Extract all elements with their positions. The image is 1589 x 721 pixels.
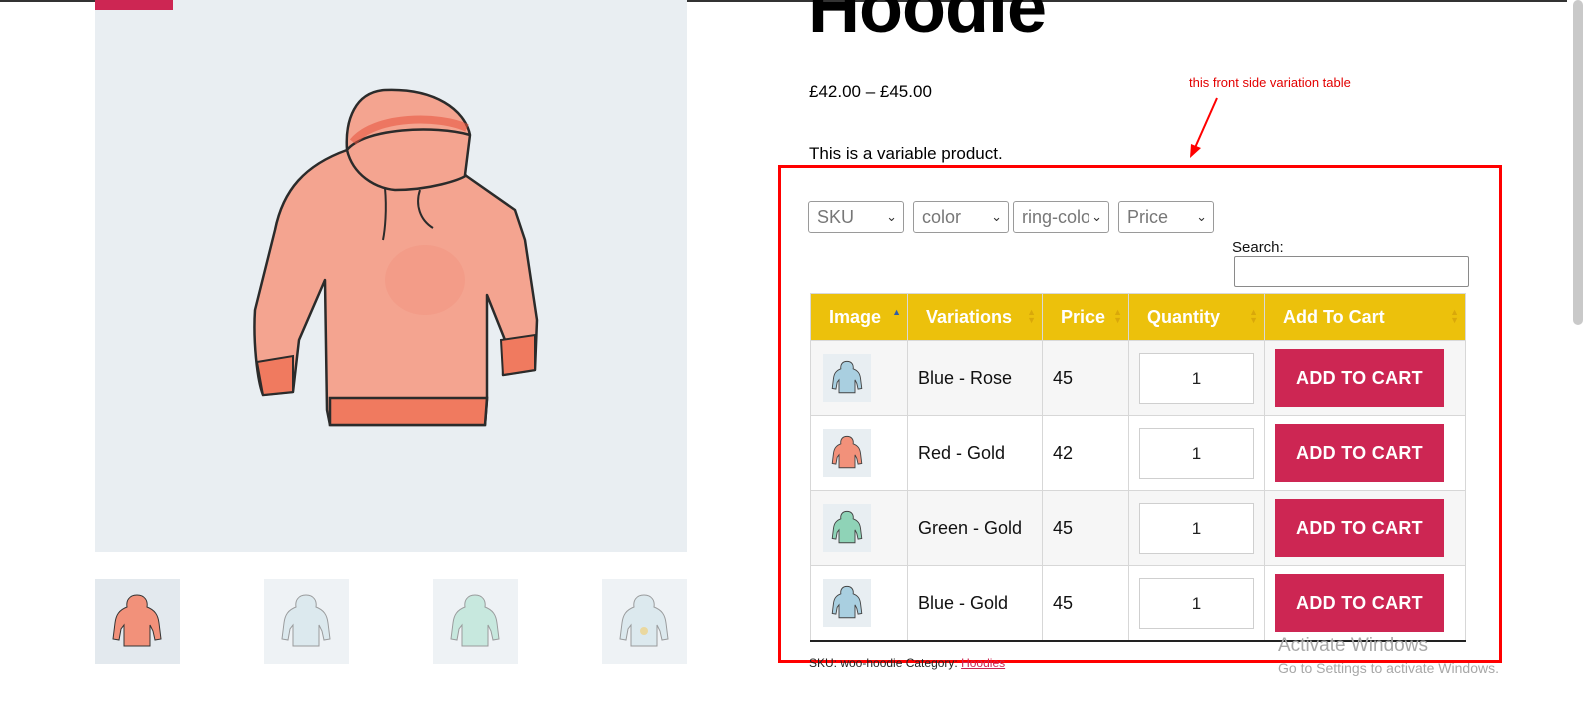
- variation-image-cell: [810, 340, 908, 416]
- hoodie-thumb-icon: [619, 594, 669, 647]
- hoodie-thumb-icon: [281, 594, 331, 647]
- quantity-cell: 1: [1128, 415, 1265, 491]
- variation-image-cell: [810, 415, 908, 491]
- variation-price: 42: [1042, 415, 1129, 491]
- variation-price: 45: [1042, 490, 1129, 566]
- column-header-label: Quantity: [1147, 306, 1221, 327]
- add-to-cart-cell: ADD TO CART: [1264, 340, 1466, 416]
- variation-thumbnail[interactable]: [823, 504, 871, 552]
- filter-sku-label: SKU: [817, 207, 855, 227]
- hoodie-thumb-icon: [831, 510, 863, 544]
- add-to-cart-cell: ADD TO CART: [1264, 490, 1466, 566]
- product-meta: SKU: woo-hoodie Category: Hoodies: [809, 656, 1005, 670]
- quantity-input[interactable]: 1: [1139, 352, 1254, 404]
- hoodie-thumb-icon: [831, 360, 863, 394]
- table-row: Blue - Gold 45 1 ADD TO CART: [810, 565, 1466, 642]
- variation-name: Blue - Rose: [907, 340, 1043, 416]
- hoodie-illustration: [253, 88, 539, 427]
- variation-thumbnail[interactable]: [823, 579, 871, 627]
- quantity-cell: 1: [1128, 565, 1265, 642]
- quantity-input[interactable]: 1: [1139, 427, 1254, 479]
- variation-name: Red - Gold: [907, 415, 1043, 491]
- product-price-range: £42.00 – £45.00: [809, 82, 932, 101]
- filter-price-label: Price: [1127, 207, 1169, 227]
- add-to-cart-button[interactable]: ADD TO CART: [1275, 574, 1444, 632]
- column-header-label: Variations: [926, 306, 1013, 327]
- watermark-subtitle: Go to Settings to activate Windows.: [1278, 660, 1499, 676]
- column-header-price[interactable]: Price ▲ ▼: [1042, 293, 1129, 341]
- quantity-cell: 1: [1128, 340, 1265, 416]
- column-header-quantity[interactable]: Quantity ▲ ▼: [1128, 293, 1265, 341]
- variation-thumbnail[interactable]: [823, 354, 871, 402]
- hoodie-thumb-icon: [450, 594, 500, 647]
- quantity-cell: 1: [1128, 490, 1265, 566]
- add-to-cart-button[interactable]: ADD TO CART: [1275, 499, 1444, 557]
- table-header-row: Image ▲ Variations ▲ ▼ Price ▲ ▼ Quantity …: [810, 293, 1466, 341]
- search-input[interactable]: [1234, 256, 1469, 287]
- variation-price: 45: [1042, 340, 1129, 416]
- table-row: Blue - Rose 45 1 ADD TO CART: [810, 340, 1466, 416]
- add-to-cart-cell: ADD TO CART: [1264, 415, 1466, 491]
- filter-ring-color-label: ring-color: [1022, 207, 1098, 227]
- variation-name: Green - Gold: [907, 490, 1043, 566]
- gallery-thumb-4[interactable]: [602, 579, 687, 664]
- variation-image-cell: [810, 565, 908, 642]
- sale-badge: [95, 0, 173, 10]
- filter-color-label: color: [922, 207, 962, 227]
- column-header-variations[interactable]: Variations ▲ ▼: [907, 293, 1043, 341]
- filter-sku-select[interactable]: SKU ⌄: [808, 201, 904, 233]
- chevron-down-icon: ⌄: [991, 209, 1002, 224]
- column-header-label: Price: [1061, 306, 1106, 327]
- annotation-note: this front side variation table: [1189, 75, 1351, 90]
- hoodie-thumb-icon: [112, 594, 162, 647]
- product-main-image[interactable]: [95, 0, 687, 552]
- column-header-image[interactable]: Image ▲: [810, 293, 908, 341]
- chevron-down-icon: ⌄: [1196, 209, 1207, 224]
- gallery-thumb-1[interactable]: [95, 579, 180, 664]
- filter-ring-color-select[interactable]: ring-color ⌄: [1013, 201, 1109, 233]
- sort-icon: ▲ ▼: [1113, 307, 1122, 325]
- watermark-title: Activate Windows: [1278, 635, 1428, 656]
- sort-icon: ▲ ▼: [1027, 307, 1036, 325]
- annotation-arrow-icon: [1190, 97, 1218, 158]
- product-short-description: This is a variable product.: [809, 144, 1003, 163]
- quantity-input[interactable]: 1: [1139, 577, 1254, 629]
- table-row: Red - Gold 42 1 ADD TO CART: [810, 415, 1466, 491]
- hoodie-thumb-icon: [831, 585, 863, 619]
- variation-thumbnail[interactable]: [823, 429, 871, 477]
- gallery-thumb-3[interactable]: [433, 579, 518, 664]
- gallery-thumb-2[interactable]: [264, 579, 349, 664]
- sort-icon: ▲ ▼: [1450, 307, 1459, 325]
- add-to-cart-button[interactable]: ADD TO CART: [1275, 424, 1444, 482]
- filter-price-select[interactable]: Price ⌄: [1118, 201, 1214, 233]
- chevron-down-icon: ⌄: [886, 209, 897, 224]
- category-link[interactable]: Hoodies: [961, 656, 1005, 670]
- add-to-cart-cell: ADD TO CART: [1264, 565, 1466, 642]
- hoodie-thumb-icon: [831, 435, 863, 469]
- variation-image-cell: [810, 490, 908, 566]
- filter-color-select[interactable]: color ⌄: [913, 201, 1009, 233]
- page-scrollbar[interactable]: [1567, 0, 1589, 721]
- add-to-cart-button[interactable]: ADD TO CART: [1275, 349, 1444, 407]
- sku-and-category-text: SKU: woo-hoodie Category:: [809, 656, 958, 670]
- scrollbar-thumb[interactable]: [1573, 0, 1583, 325]
- chevron-down-icon: ⌄: [1089, 202, 1102, 232]
- variation-price: 45: [1042, 565, 1129, 642]
- column-header-label: Image: [829, 306, 882, 327]
- windows-activation-watermark: Activate Windows Go to Settings to activ…: [1278, 635, 1499, 676]
- variation-name: Blue - Gold: [907, 565, 1043, 642]
- search-label: Search:: [1232, 239, 1284, 256]
- product-title: Hoodie: [808, 0, 1047, 48]
- sort-icon: ▲: [892, 307, 901, 317]
- table-row: Green - Gold 45 1 ADD TO CART: [810, 490, 1466, 566]
- column-header-add-to-cart[interactable]: Add To Cart ▲ ▼: [1264, 293, 1466, 341]
- column-header-label: Add To Cart: [1283, 306, 1385, 327]
- quantity-input[interactable]: 1: [1139, 502, 1254, 554]
- variation-table: Image ▲ Variations ▲ ▼ Price ▲ ▼ Quantity …: [810, 293, 1466, 642]
- sort-icon: ▲ ▼: [1249, 307, 1258, 325]
